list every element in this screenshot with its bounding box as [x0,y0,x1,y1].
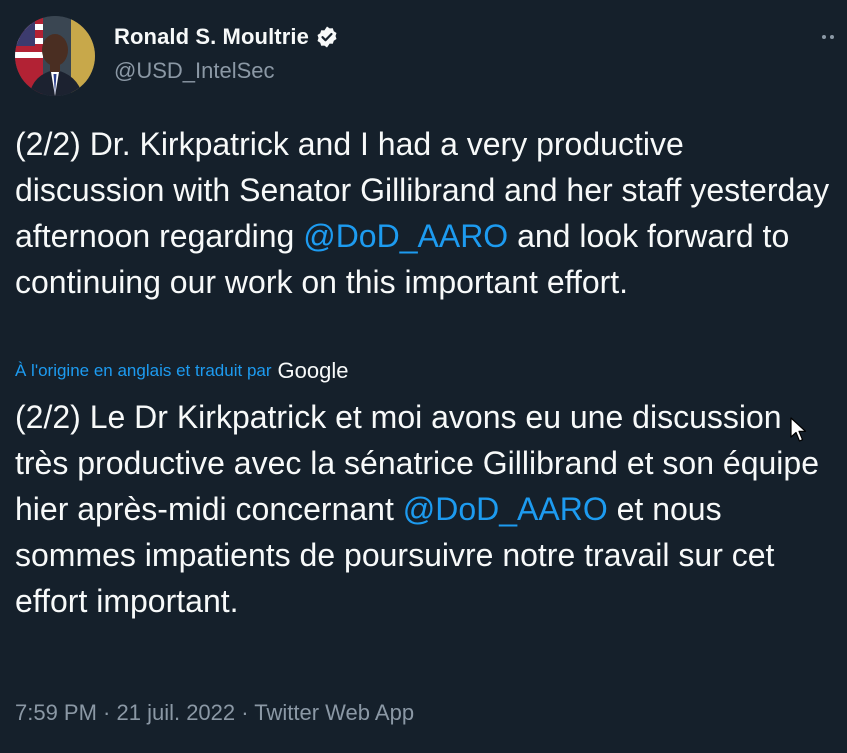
tweet-translated-text: (2/2) Le Dr Kirkpatrick et moi avons eu … [15,394,835,624]
more-options-icon[interactable] [822,28,844,46]
author-handle[interactable]: @USD_IntelSec [114,58,275,84]
tweet-detail: Ronald S. Moultrie @USD_IntelSec (2/2) D… [0,0,847,753]
avatar-image [15,16,95,96]
tweet-original-text: (2/2) Dr. Kirkpatrick and I had a very p… [15,121,835,305]
mention-link[interactable]: @DoD_AARO [303,218,508,254]
author-display-name[interactable]: Ronald S. Moultrie [114,24,309,50]
avatar[interactable] [15,16,95,96]
verified-badge-icon [315,25,339,49]
google-logo: Google [277,358,349,383]
translation-attribution: À l'origine en anglais et traduit par Go… [15,358,348,384]
tweet-timestamp[interactable]: 7:59 PM · 21 juil. 2022 · Twitter Web Ap… [15,700,414,726]
mention-link[interactable]: @DoD_AARO [403,491,608,527]
mouse-cursor-icon [790,417,808,443]
author-name-row[interactable]: Ronald S. Moultrie [114,24,339,50]
translation-label[interactable]: À l'origine en anglais et traduit par [15,361,272,381]
